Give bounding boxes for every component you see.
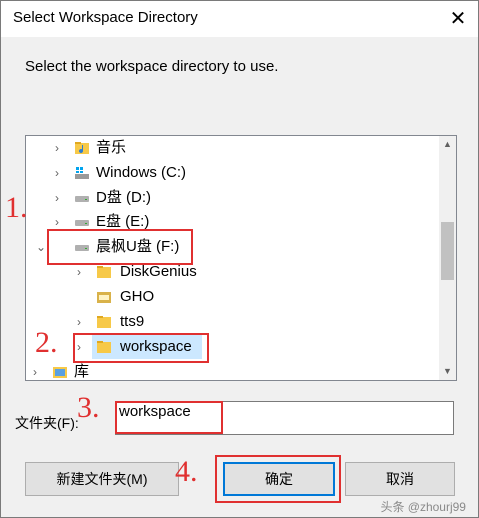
watermark-text: 头条 @zhourj99 <box>380 500 466 514</box>
annotation-step-1: 1. <box>5 191 28 224</box>
folder-field-label: 文件夹(F): <box>15 415 79 431</box>
annotation-box-ok <box>215 455 341 503</box>
tree-item-label: 音乐 <box>96 139 127 156</box>
chevron-right-icon[interactable]: › <box>74 310 84 334</box>
tree-item-label: Windows (C:) <box>96 164 187 181</box>
annotation-box-drive-f <box>47 229 193 265</box>
dialog-window: Select Workspace Directory ✕ Select the … <box>0 0 479 518</box>
title-bar: Select Workspace Directory ✕ <box>1 1 478 37</box>
annotation-step-3: 3. <box>77 391 100 424</box>
tree-item-label: D盘 (D:) <box>96 189 151 206</box>
music-folder-icon <box>75 142 89 154</box>
tree-item-drive-c[interactable]: › Windows (C:) <box>26 161 439 185</box>
drive-icon <box>75 196 89 202</box>
annotation-step-2: 2. <box>35 326 58 359</box>
drive-icon <box>75 220 89 226</box>
tree-item-label: tts9 <box>120 313 145 330</box>
annotation-box-workspace <box>73 333 209 363</box>
chevron-down-icon[interactable]: ⌄ <box>36 235 46 259</box>
tree-item-label: 库 <box>74 363 90 380</box>
scroll-down-icon[interactable]: ▼ <box>439 363 456 380</box>
tree-item-drive-d[interactable]: › D盘 (D:) <box>26 186 439 210</box>
library-icon <box>53 367 67 378</box>
close-icon[interactable]: ✕ <box>446 7 470 31</box>
folder-icon <box>97 266 111 278</box>
vertical-scrollbar[interactable]: ▲ ▼ <box>439 136 456 380</box>
folder-icon <box>97 316 111 328</box>
tree-item-label: GHO <box>120 288 155 305</box>
gho-folder-icon <box>97 292 111 303</box>
chevron-right-icon[interactable]: › <box>52 136 62 160</box>
tree-item-tts9[interactable]: › tts9 <box>26 310 439 334</box>
annotation-box-folder-input <box>115 401 223 434</box>
cancel-button[interactable]: 取消 <box>345 462 455 496</box>
window-title: Select Workspace Directory <box>13 9 198 26</box>
annotation-step-4: 4. <box>175 455 198 488</box>
windows-drive-icon <box>75 167 89 179</box>
prompt-text: Select the workspace directory to use. <box>25 58 279 75</box>
chevron-right-icon[interactable]: › <box>52 161 62 185</box>
chevron-right-icon[interactable]: › <box>52 186 62 210</box>
new-folder-button[interactable]: 新建文件夹(M) <box>25 462 179 496</box>
tree-item-gho[interactable]: GHO <box>26 285 439 309</box>
scroll-thumb[interactable] <box>441 222 454 280</box>
scroll-up-icon[interactable]: ▲ <box>439 136 456 153</box>
tree-item-library[interactable]: › 库 <box>26 360 439 380</box>
tree-item-music[interactable]: › 音乐 <box>26 136 439 160</box>
chevron-right-icon[interactable]: › <box>30 360 40 380</box>
